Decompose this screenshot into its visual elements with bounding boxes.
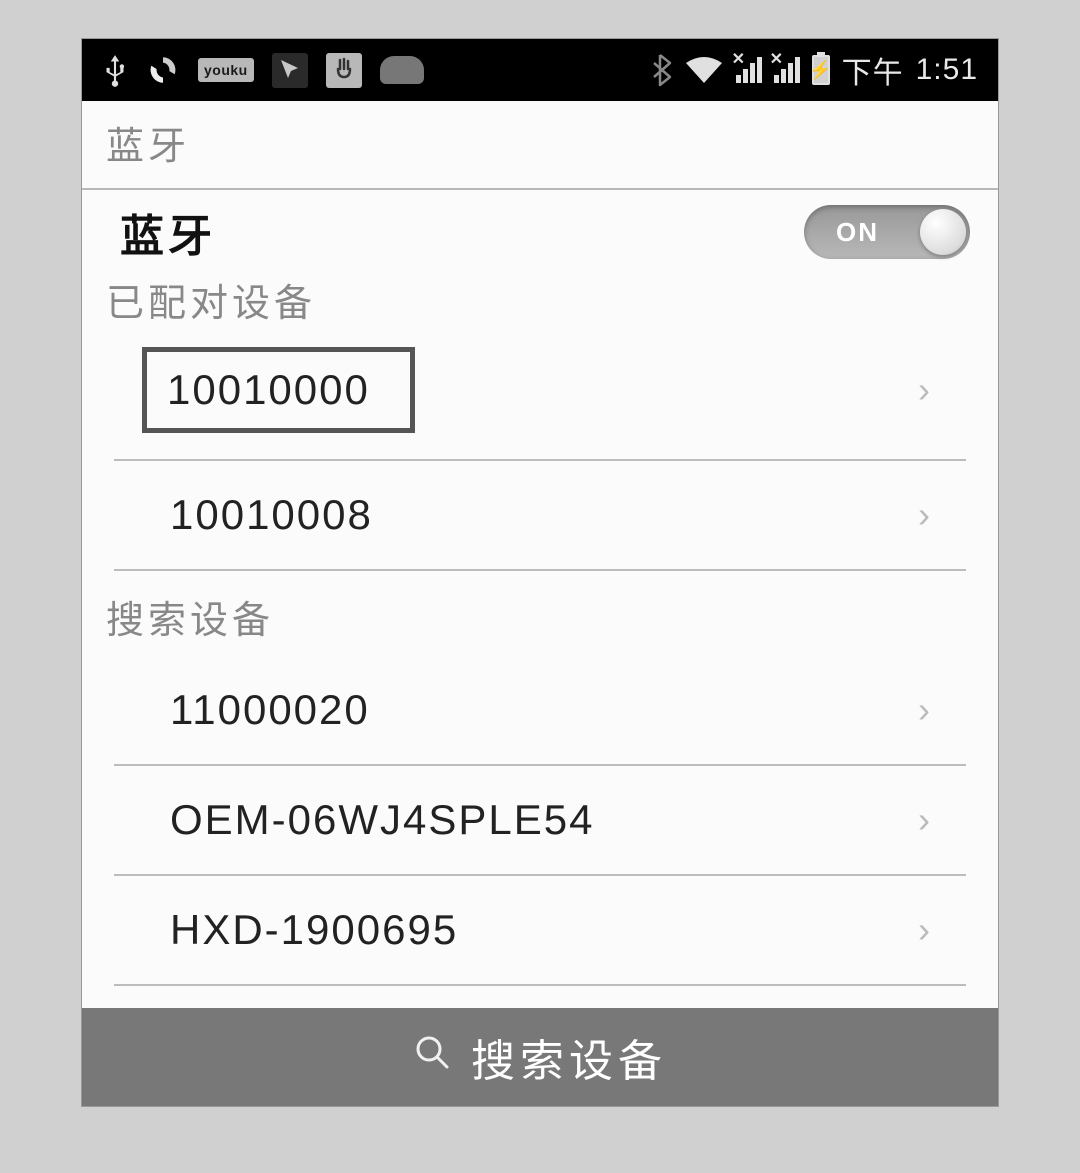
chevron-right-icon: › xyxy=(918,909,930,951)
search-button-label: 搜索设备 xyxy=(471,1025,667,1089)
youku-icon: youku xyxy=(198,58,254,82)
search-icon xyxy=(413,1033,451,1081)
bluetooth-icon xyxy=(648,53,672,87)
app-icon-1 xyxy=(272,53,308,88)
search-device-row[interactable]: OEM-06WJ4SPLE54 › xyxy=(114,766,966,876)
search-device-row[interactable]: 11000020 › xyxy=(114,656,966,766)
signal-icon-1: ✕ xyxy=(736,57,762,83)
paired-devices-list: 10010000 › 10010008 › xyxy=(82,339,998,571)
content-area: 蓝牙 蓝牙 ON 已配对设备 10010000 › 10010008 › 搜索设… xyxy=(82,101,998,1106)
wifi-icon xyxy=(684,55,724,85)
search-device-name: 11000020 xyxy=(170,686,370,734)
chevron-right-icon: › xyxy=(918,494,930,536)
search-devices-header: 搜索设备 xyxy=(82,571,998,656)
search-devices-button[interactable]: 搜索设备 xyxy=(82,1008,998,1106)
paired-devices-header: 已配对设备 xyxy=(82,268,998,339)
bluetooth-toggle-label: 蓝牙 xyxy=(120,200,216,264)
paired-device-name: 10010008 xyxy=(170,491,373,539)
paired-device-row[interactable]: 10010008 › xyxy=(114,461,966,571)
bluetooth-toggle-switch[interactable]: ON xyxy=(804,205,970,259)
bluetooth-toggle-row: 蓝牙 ON xyxy=(82,190,998,268)
sync-icon xyxy=(146,53,180,87)
search-device-row[interactable]: HXD-1900695 › xyxy=(114,876,966,986)
search-device-name: OEM-06WJ4SPLE54 xyxy=(170,796,595,844)
chevron-right-icon: › xyxy=(918,369,930,411)
toggle-state-text: ON xyxy=(804,217,879,248)
android-icon xyxy=(380,56,424,84)
page-title: 蓝牙 xyxy=(82,101,998,190)
paired-device-name: 10010000 xyxy=(167,366,370,413)
status-bar: youku ✕ xyxy=(82,39,998,101)
status-time: 1:51 xyxy=(916,53,978,87)
phone-frame: youku ✕ xyxy=(81,38,999,1107)
status-left: youku xyxy=(102,53,424,88)
search-devices-list: 11000020 › OEM-06WJ4SPLE54 › HXD-1900695… xyxy=(82,656,998,986)
search-device-name: HXD-1900695 xyxy=(170,906,458,954)
paired-device-row[interactable]: 10010000 › xyxy=(114,339,966,461)
chevron-right-icon: › xyxy=(918,689,930,731)
status-right: ✕ ✕ ⚡ 下午 1:51 xyxy=(648,48,978,92)
app-icon-2 xyxy=(326,53,362,88)
paired-device-highlight: 10010000 xyxy=(142,347,415,433)
status-time-period: 下午 xyxy=(842,48,904,92)
chevron-right-icon: › xyxy=(918,799,930,841)
usb-icon xyxy=(102,53,128,87)
toggle-knob xyxy=(920,209,966,255)
battery-icon: ⚡ xyxy=(812,55,830,85)
signal-icon-2: ✕ xyxy=(774,57,800,83)
